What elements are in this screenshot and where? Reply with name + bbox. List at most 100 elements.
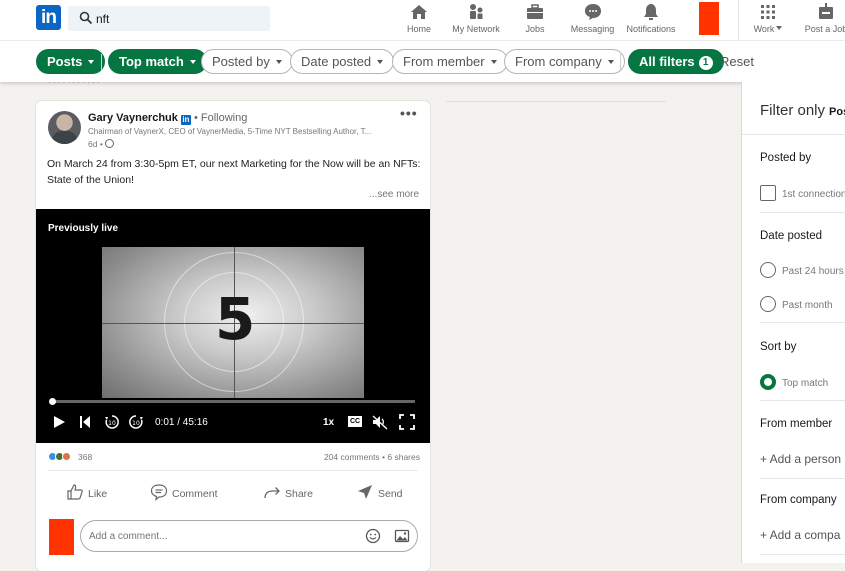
first-connections-label: 1st connection — [782, 189, 845, 200]
previous-post-stub: · · · · · · · · · · · — [48, 82, 100, 87]
comments-shares-count[interactable]: 204 comments • 6 shares — [324, 452, 420, 462]
countdown-number: 5 — [215, 285, 256, 353]
comment-box[interactable] — [80, 520, 418, 552]
radio-button[interactable] — [760, 262, 776, 278]
first-connections-checkbox[interactable]: 1st connection — [760, 185, 845, 201]
checkbox[interactable] — [760, 185, 776, 201]
bell-icon — [644, 4, 658, 20]
comment-button[interactable]: Comment — [150, 483, 218, 503]
post-text: On March 24 from 3:30-5pm ET, our next M… — [47, 158, 421, 186]
top-match-radio[interactable]: Top match — [760, 374, 828, 390]
all-filters-panel: Filter onlyPos Posted by 1st connection … — [741, 82, 845, 563]
reactions-count[interactable]: 368 — [78, 452, 92, 462]
author-avatar[interactable] — [48, 111, 81, 144]
caret-down-icon — [88, 60, 95, 64]
search-input[interactable] — [96, 6, 266, 31]
like-label: Like — [88, 488, 108, 500]
previously-live-badge: Previously live — [48, 223, 119, 234]
nav-label: Home — [406, 24, 431, 34]
author-headline: Chairman of VaynerX, CEO of VaynerMedia,… — [88, 127, 372, 136]
playback-speed-button[interactable]: 1x — [323, 417, 334, 428]
panel-title-suffix: Pos — [829, 106, 845, 118]
video-progress-bar[interactable] — [48, 398, 415, 405]
filter-bar: Posts Top match Posted by Date posted Fr… — [0, 40, 845, 82]
panel-divider — [760, 478, 845, 479]
author-line: Gary Vaynerchuk in • Following — [88, 112, 247, 125]
video-player[interactable]: Previously live 5 10 10 0:01 / 45:16 1x … — [36, 209, 430, 443]
see-more-link[interactable]: ...see more — [369, 189, 419, 200]
play-icon[interactable] — [52, 414, 66, 430]
nav-my-network[interactable]: My Network — [450, 2, 502, 38]
nav-post-job[interactable]: Post a Job — [803, 2, 845, 38]
sort-by-heading: Sort by — [760, 341, 797, 353]
like-button[interactable]: Like — [66, 483, 107, 503]
all-filters-button[interactable]: All filters 1 — [628, 49, 724, 74]
mid-column — [446, 82, 666, 563]
date-posted-filter-button[interactable]: Date posted — [290, 49, 395, 74]
linkedin-logo[interactable]: in — [36, 5, 61, 30]
caret-down-icon — [189, 60, 196, 64]
svg-text:10: 10 — [108, 420, 116, 427]
radio-button-selected[interactable] — [760, 374, 776, 390]
panel-divider — [760, 400, 845, 401]
forward-10-icon[interactable]: 10 — [128, 414, 144, 430]
fullscreen-icon[interactable] — [399, 414, 415, 430]
more-options-icon[interactable]: ••• — [400, 105, 418, 121]
caret-down-icon — [377, 60, 384, 64]
nav-notifications[interactable]: Notifications — [625, 2, 677, 38]
nav-divider — [738, 0, 739, 40]
post-job-icon — [819, 3, 833, 19]
top-match-label: Top match — [119, 54, 184, 69]
home-icon — [411, 5, 427, 19]
share-button[interactable]: Share — [263, 483, 313, 503]
radio-button[interactable] — [760, 296, 776, 312]
comment-input[interactable] — [89, 521, 349, 551]
image-icon[interactable] — [394, 528, 410, 544]
redacted-profile-icon[interactable] — [699, 2, 719, 35]
progress-knob[interactable] — [48, 398, 56, 405]
captions-button[interactable]: CC — [348, 416, 362, 427]
from-member-filter-button[interactable]: From member — [392, 49, 508, 74]
grid-icon — [761, 5, 775, 19]
top-match-filter-button[interactable]: Top match — [108, 49, 207, 74]
panel-title: Filter onlyPos — [760, 102, 845, 119]
nav-label: Jobs — [525, 24, 545, 34]
search-bar[interactable] — [68, 6, 270, 31]
add-person-button[interactable]: + Add a person — [760, 452, 841, 466]
post-card: Gary Vaynerchuk in • Following Chairman o… — [36, 101, 430, 571]
top-nav: in Home My Network Jobs Messaging Notifi… — [0, 0, 845, 40]
panel-divider — [742, 134, 845, 135]
send-icon — [358, 485, 372, 499]
muted-speaker-icon[interactable] — [372, 414, 388, 430]
skip-back-icon[interactable] — [79, 414, 91, 430]
nav-jobs[interactable]: Jobs — [522, 2, 548, 38]
filter-count-badge: 1 — [698, 56, 713, 70]
past-24-hours-radio[interactable]: Past 24 hours — [760, 262, 844, 278]
emoji-icon[interactable] — [365, 528, 381, 544]
post-age: 6d • — [88, 139, 103, 149]
nav-work[interactable]: Work — [750, 2, 786, 38]
briefcase-icon — [527, 4, 543, 19]
thumbs-up-icon — [67, 484, 83, 500]
add-company-button[interactable]: + Add a compa — [760, 528, 840, 542]
past-month-radio[interactable]: Past month — [760, 296, 833, 312]
share-label: Share — [285, 488, 314, 500]
panel-divider — [760, 554, 845, 555]
posted-by-filter-button[interactable]: Posted by — [201, 49, 293, 74]
author-name[interactable]: Gary Vaynerchuk — [88, 112, 178, 124]
send-button[interactable]: Send — [356, 483, 403, 503]
reaction-icons[interactable] — [48, 452, 71, 463]
from-company-filter-button[interactable]: From company — [504, 49, 625, 74]
globe-icon — [105, 139, 115, 148]
redacted-user-avatar — [49, 519, 74, 555]
filter-divider — [101, 54, 102, 70]
reset-button[interactable]: Reset — [720, 54, 754, 69]
nav-messaging[interactable]: Messaging — [570, 2, 615, 38]
nav-home[interactable]: Home — [404, 2, 434, 38]
rewind-10-icon[interactable]: 10 — [104, 414, 120, 430]
panel-divider — [760, 212, 845, 213]
posts-filter-button[interactable]: Posts — [36, 49, 106, 74]
comment-icon — [150, 484, 168, 501]
video-frame[interactable]: 5 — [102, 247, 364, 398]
video-timecode: 0:01 / 45:16 — [155, 417, 208, 428]
